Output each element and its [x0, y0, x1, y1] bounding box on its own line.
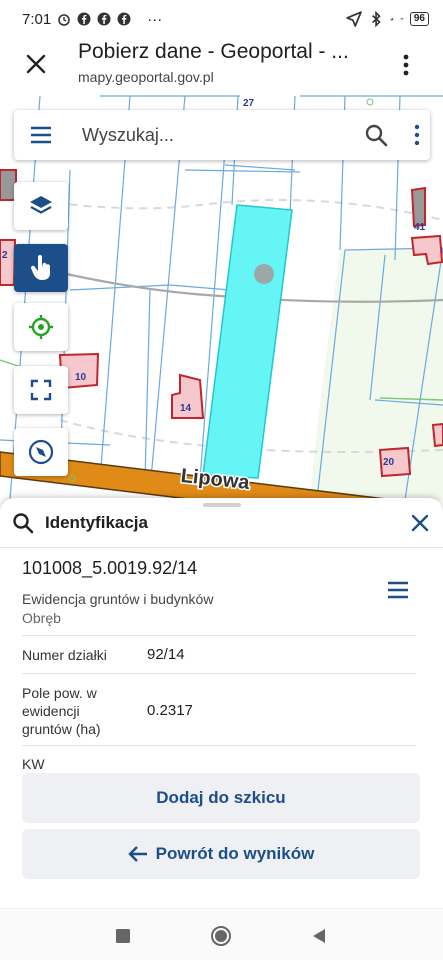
attribute-key: Pole pow. w ewidencji gruntów (ha)	[22, 685, 101, 737]
identify-button[interactable]	[14, 244, 68, 292]
system-nav-bar	[0, 908, 443, 960]
parcel-centroid-marker	[254, 264, 274, 284]
attribute-row: Obręb	[22, 610, 416, 636]
facebook-icon	[77, 12, 91, 26]
facebook-icon	[97, 12, 111, 26]
alarm-icon	[58, 14, 71, 26]
more-vertical-icon[interactable]	[396, 50, 416, 80]
attribute-value: 92/14	[147, 646, 185, 663]
attribute-value: 0.2317	[147, 702, 193, 719]
home-icon[interactable]	[210, 925, 232, 947]
recent-apps-icon[interactable]	[112, 925, 134, 947]
attribute-row: Numer działki 92/14	[22, 636, 416, 674]
record-id: 101008_5.0019.92/14	[22, 558, 198, 578]
attribute-key: KW	[22, 756, 45, 772]
search-icon	[13, 513, 34, 534]
compass-icon	[28, 439, 54, 465]
more-vertical-icon[interactable]	[412, 123, 422, 147]
building-label: 20	[383, 457, 395, 468]
crosshair-icon	[29, 315, 53, 339]
search-input[interactable]	[82, 122, 352, 148]
close-icon[interactable]	[22, 50, 50, 78]
locate-me-button[interactable]	[14, 303, 68, 351]
browser-url: mapy.geoportal.gov.pl	[78, 69, 214, 85]
panel-title: Identyfikacja	[45, 513, 148, 532]
back-to-results-label: Powrót do wyników	[155, 844, 315, 863]
attribute-row: Pole pow. w ewidencji gruntów (ha) 0.231…	[22, 674, 416, 746]
add-to-sketch-button[interactable]: Dodaj do szkicu	[22, 773, 420, 823]
arrow-left-icon	[127, 846, 147, 862]
back-icon[interactable]	[308, 925, 330, 947]
layers-icon	[30, 196, 52, 214]
building-label: 27	[243, 98, 255, 109]
status-bar: 7:01 ··· 96	[0, 0, 443, 38]
browser-page-title: Pobierz dane - Geoportal - ...	[78, 40, 349, 63]
browser-header: Pobierz dane - Geoportal - ... mapy.geop…	[0, 38, 443, 94]
green-area	[310, 248, 443, 500]
facebook-icon	[117, 12, 131, 26]
close-icon[interactable]	[410, 513, 430, 533]
record-source: Ewidencja gruntów i budynków	[22, 591, 214, 607]
building-label: 2	[2, 250, 8, 261]
fullscreen-icon	[30, 379, 52, 401]
attribute-key: Obręb	[22, 610, 61, 626]
menu-icon[interactable]	[386, 580, 410, 600]
status-more-dots: ···	[147, 10, 163, 28]
building-label: 10	[75, 372, 87, 383]
menu-icon[interactable]	[30, 125, 52, 145]
compass-button[interactable]	[14, 428, 68, 476]
tap-hand-icon	[30, 255, 50, 280]
bluetooth-icon	[372, 10, 381, 28]
wifi-icon	[400, 17, 404, 21]
back-to-results-button[interactable]: Powrót do wyników	[22, 829, 420, 879]
attribute-row: KW	[22, 746, 416, 776]
battery-indicator: 96	[409, 12, 429, 26]
attributes-table: Obręb Numer działki 92/14 Pole pow. w ew…	[22, 610, 416, 776]
search-icon[interactable]	[364, 123, 388, 147]
signal-icon	[390, 17, 394, 21]
attribute-key: Numer działki	[22, 647, 107, 663]
layers-button[interactable]	[14, 182, 68, 230]
map-search-bar	[14, 110, 430, 160]
fullscreen-button[interactable]	[14, 366, 68, 414]
selected-parcel[interactable]	[202, 204, 293, 479]
add-to-sketch-label: Dodaj do szkicu	[156, 788, 286, 807]
panel-header: Identyfikacja	[0, 498, 443, 548]
identification-panel: Identyfikacja 101008_5.0019.92/14 Ewiden…	[0, 498, 443, 908]
building-label: 41	[414, 222, 426, 233]
location-arrow-icon	[346, 11, 362, 27]
building-label: 14	[180, 403, 192, 414]
status-time: 7:01	[22, 10, 52, 28]
